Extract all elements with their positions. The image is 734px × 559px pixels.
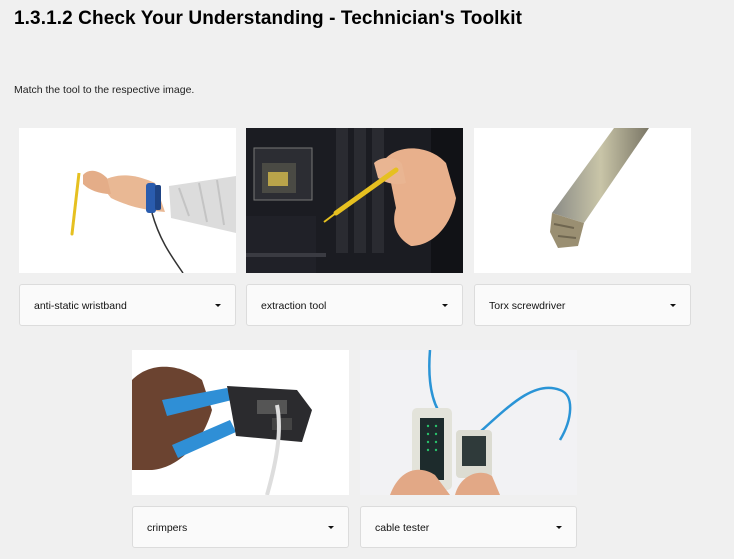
match-card-3: Torx screwdriver — [474, 128, 691, 326]
cable-tester-icon — [360, 350, 577, 495]
torx-screwdriver-icon — [474, 128, 691, 273]
match-card-4: crimpers — [132, 350, 349, 548]
instruction-text: Match the tool to the respective image. — [14, 84, 195, 96]
extraction-tool-icon — [246, 128, 463, 273]
crimpers-icon — [132, 350, 349, 495]
page-title: 1.3.1.2 Check Your Understanding - Techn… — [14, 8, 522, 29]
tool-select-4[interactable]: crimpers — [132, 506, 349, 548]
select-value: anti-static wristband — [34, 300, 127, 312]
crimpers-image — [132, 350, 349, 495]
select-value: cable tester — [375, 522, 430, 534]
match-card-2: extraction tool — [246, 128, 463, 326]
tool-select-2[interactable]: extraction tool — [246, 284, 463, 326]
activity-page: 1.3.1.2 Check Your Understanding - Techn… — [0, 0, 734, 559]
antistatic-wristband-icon — [19, 128, 236, 273]
chevron-down-icon — [556, 526, 562, 529]
chevron-down-icon — [442, 304, 448, 307]
match-card-5: cable tester — [360, 350, 577, 548]
extraction-tool-image — [246, 128, 463, 273]
select-value: crimpers — [147, 522, 188, 534]
chevron-down-icon — [670, 304, 676, 307]
select-value: extraction tool — [261, 300, 327, 312]
match-card-1: anti-static wristband — [19, 128, 236, 326]
tool-select-5[interactable]: cable tester — [360, 506, 577, 548]
tool-select-1[interactable]: anti-static wristband — [19, 284, 236, 326]
cable-tester-image — [360, 350, 577, 495]
select-value: Torx screwdriver — [489, 300, 566, 312]
tool-select-3[interactable]: Torx screwdriver — [474, 284, 691, 326]
antistatic-wristband-image — [19, 128, 236, 273]
chevron-down-icon — [215, 304, 221, 307]
chevron-down-icon — [328, 526, 334, 529]
torx-screwdriver-image — [474, 128, 691, 273]
